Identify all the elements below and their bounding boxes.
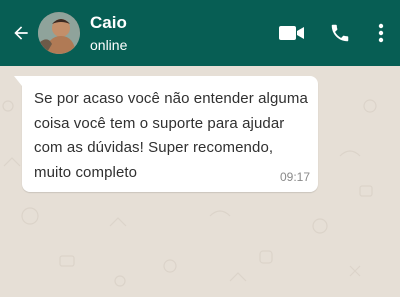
more-options-button[interactable] (366, 0, 396, 66)
avatar-photo (38, 12, 80, 54)
chat-header: Caio online (0, 0, 400, 66)
more-vertical-icon (378, 23, 384, 43)
video-call-button[interactable] (270, 0, 314, 66)
voice-call-button[interactable] (320, 0, 360, 66)
back-button[interactable] (4, 0, 38, 66)
avatar[interactable] (38, 12, 80, 54)
back-arrow-icon (14, 26, 28, 40)
contact-name: Caio (90, 12, 127, 32)
message-time: 09:17 (279, 170, 310, 184)
bubble-tail (14, 76, 22, 86)
phone-icon (331, 24, 349, 42)
chat-area[interactable]: Se por acaso você não entender alguma co… (0, 66, 400, 297)
video-call-icon (279, 26, 304, 40)
message-bubble[interactable]: Se por acaso você não entender alguma co… (14, 76, 318, 192)
contact-status: online (90, 36, 128, 53)
header-actions (270, 0, 400, 66)
message-text: Se por acaso você não entender alguma co… (34, 90, 308, 181)
contact-info[interactable]: Caio online (90, 13, 127, 54)
